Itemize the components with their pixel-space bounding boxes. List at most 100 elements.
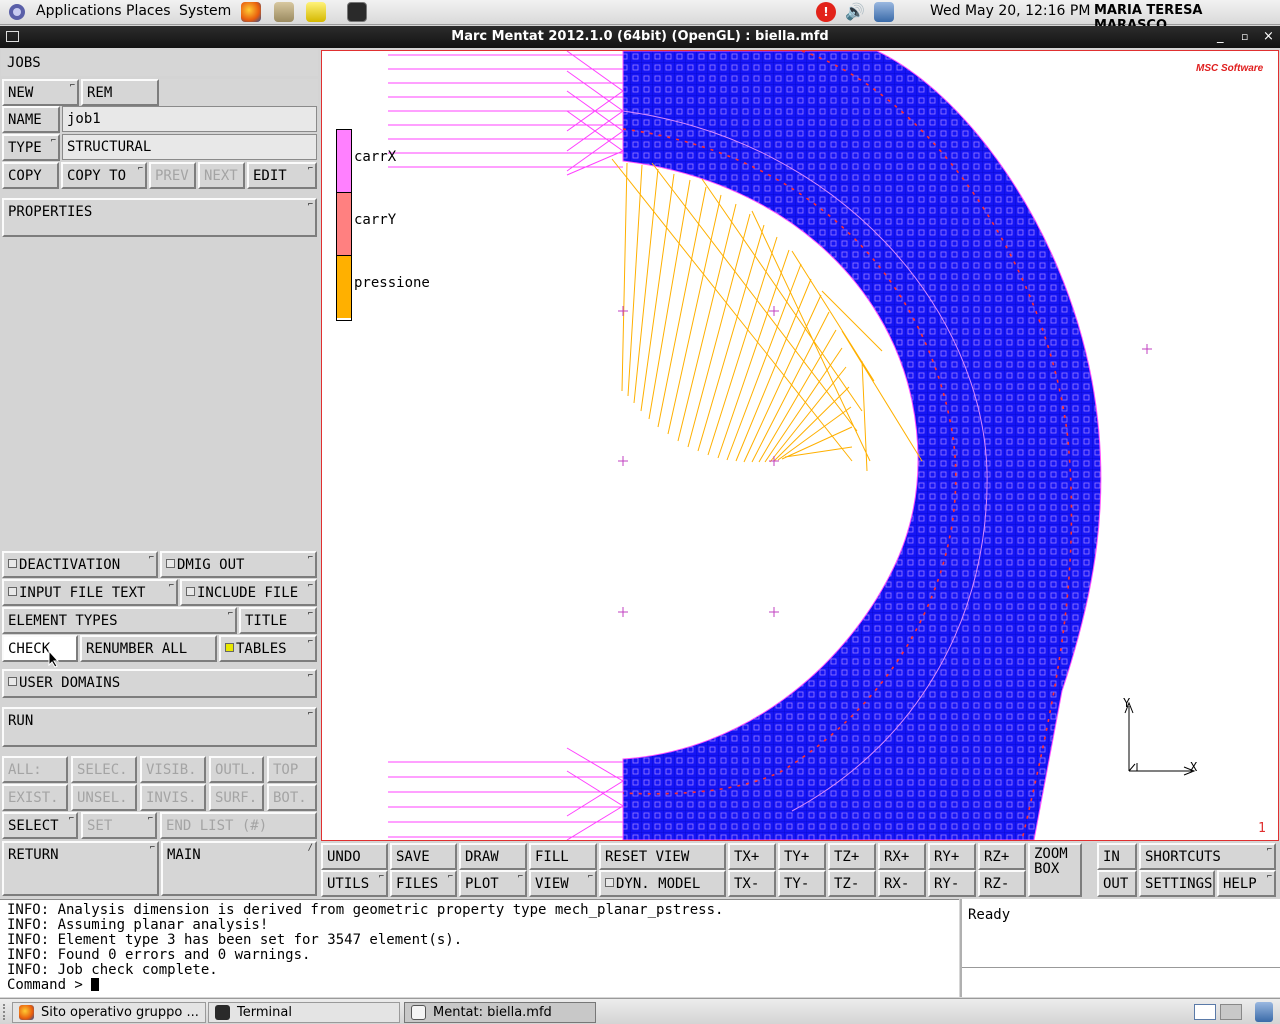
- undo-button[interactable]: UNDO: [321, 843, 388, 870]
- taskbar-item-terminal[interactable]: Terminal: [208, 1002, 400, 1023]
- update-notification-icon[interactable]: !: [816, 2, 836, 22]
- volume-icon[interactable]: 🔊: [845, 2, 865, 22]
- ry-minus-button[interactable]: RY-: [928, 870, 976, 897]
- select-visible-button[interactable]: VISIB.: [140, 756, 206, 783]
- select-outline-button[interactable]: OUTL.: [209, 756, 264, 783]
- gnome-foot-icon[interactable]: [6, 2, 28, 22]
- type-button[interactable]: TYPE ⌐: [2, 134, 60, 161]
- deactivation-checkbox[interactable]: [8, 559, 17, 568]
- select-button[interactable]: SELECT ⌐: [2, 812, 78, 839]
- workspace-1-icon[interactable]: [1194, 1004, 1216, 1020]
- save-button[interactable]: SAVE: [390, 843, 457, 870]
- files-button[interactable]: FILES ⌐: [390, 870, 457, 897]
- taskbar-item-firefox[interactable]: Sito operativo gruppo ...: [12, 1002, 206, 1023]
- new-button[interactable]: NEW ⌐: [2, 79, 79, 106]
- return-button[interactable]: RETURN ⌐: [2, 841, 159, 896]
- select-bottom-button[interactable]: BOT.: [267, 784, 317, 811]
- ty-minus-button[interactable]: TY-: [778, 870, 826, 897]
- tables-checkbox[interactable]: [225, 643, 234, 652]
- input-file-text-button[interactable]: INPUT FILE TEXT ⌐: [2, 579, 178, 606]
- run-button[interactable]: RUN ⌐: [2, 707, 317, 747]
- network-icon[interactable]: [874, 2, 894, 22]
- copy-to-button[interactable]: COPY TO ⌐: [61, 162, 147, 189]
- rz-minus-button[interactable]: RZ-: [978, 870, 1026, 897]
- tz-minus-button[interactable]: TZ-: [828, 870, 876, 897]
- rem-button[interactable]: REM: [81, 79, 159, 106]
- select-all-button[interactable]: ALL:: [2, 756, 68, 783]
- tables-button[interactable]: TABLES ⌐: [219, 635, 317, 662]
- ty-plus-button[interactable]: TY+: [778, 843, 826, 870]
- plot-button[interactable]: PLOT ⌐: [459, 870, 527, 897]
- workspace-2-icon[interactable]: [1220, 1004, 1242, 1020]
- file-manager-icon[interactable]: [274, 2, 294, 22]
- draw-button[interactable]: DRAW: [459, 843, 527, 870]
- select-invisible-button[interactable]: INVIS.: [140, 784, 206, 811]
- graphics-viewport[interactable]: carrX carrY pressione MSC Software Y X 1: [321, 50, 1279, 841]
- element-types-button[interactable]: ELEMENT TYPES ⌐: [2, 607, 237, 634]
- deactivation-button[interactable]: DEACTIVATION ⌐: [2, 551, 158, 578]
- menu-system[interactable]: System: [179, 3, 231, 19]
- rx-minus-button[interactable]: RX-: [878, 870, 926, 897]
- shortcuts-button[interactable]: SHORTCUTS ⌐: [1139, 843, 1276, 870]
- select-selected-button[interactable]: SELEC.: [71, 756, 137, 783]
- settings-button[interactable]: SETTINGS: [1139, 870, 1215, 897]
- check-button[interactable]: CHECK: [2, 635, 78, 662]
- rx-plus-button[interactable]: RX+: [878, 843, 926, 870]
- renumber-all-button[interactable]: RENUMBER ALL: [80, 635, 217, 662]
- command-line[interactable]: Command >: [7, 978, 952, 993]
- console-output[interactable]: INFO: Analysis dimension is derived from…: [0, 899, 959, 997]
- show-desktop-icon[interactable]: [3, 1004, 9, 1020]
- dmig-out-checkbox[interactable]: [166, 559, 175, 568]
- include-file-checkbox[interactable]: [186, 587, 195, 596]
- minimize-icon[interactable]: _: [1217, 26, 1224, 48]
- dmig-out-button[interactable]: DMIG OUT ⌐: [160, 551, 317, 578]
- user-domains-checkbox[interactable]: [8, 677, 17, 686]
- zoom-out-button[interactable]: OUT: [1097, 870, 1137, 897]
- copy-button[interactable]: COPY: [2, 162, 59, 189]
- input-file-text-checkbox[interactable]: [8, 587, 17, 596]
- end-list-button[interactable]: END LIST (#): [160, 812, 317, 839]
- menu-applications[interactable]: Applications: [36, 3, 122, 19]
- fill-button[interactable]: FILL: [529, 843, 597, 870]
- close-icon[interactable]: ×: [1263, 26, 1274, 48]
- name-button[interactable]: NAME: [2, 106, 60, 133]
- text-editor-icon[interactable]: [306, 2, 326, 22]
- properties-button[interactable]: PROPERTIES ⌐: [2, 198, 317, 237]
- view-button[interactable]: VIEW ⌐: [529, 870, 597, 897]
- window-menu-icon[interactable]: [6, 31, 19, 42]
- tz-plus-button[interactable]: TZ+: [828, 843, 876, 870]
- tx-plus-button[interactable]: TX+: [728, 843, 776, 870]
- select-top-button[interactable]: TOP: [267, 756, 317, 783]
- menu-places[interactable]: Places: [126, 3, 171, 19]
- taskbar-item-mentat[interactable]: Mentat: biella.mfd: [404, 1002, 596, 1023]
- maximize-icon[interactable]: ▫: [1241, 26, 1248, 48]
- main-button[interactable]: MAIN /: [161, 841, 317, 896]
- select-surface-button[interactable]: SURF.: [209, 784, 264, 811]
- select-exist-button[interactable]: EXIST.: [2, 784, 68, 811]
- title-button[interactable]: TITLE ⌐: [239, 607, 317, 634]
- terminal-icon[interactable]: [347, 2, 367, 22]
- reset-view-button[interactable]: RESET VIEW: [599, 843, 726, 870]
- trash-icon[interactable]: [1255, 1002, 1273, 1022]
- next-button[interactable]: NEXT: [198, 162, 245, 189]
- dyn-model-button[interactable]: DYN. MODEL: [599, 870, 726, 897]
- help-button[interactable]: HELP ⌐: [1217, 870, 1276, 897]
- firefox-icon[interactable]: [241, 2, 261, 22]
- window-titlebar[interactable]: Marc Mentat 2012.1.0 (64bit) (OpenGL) : …: [0, 26, 1280, 48]
- clock[interactable]: Wed May 20, 12:16 PM: [930, 3, 1090, 19]
- edit-button[interactable]: EDIT ⌐: [247, 162, 317, 189]
- tx-minus-button[interactable]: TX-: [728, 870, 776, 897]
- model-canvas[interactable]: [322, 51, 1278, 840]
- select-unselected-button[interactable]: UNSEL.: [71, 784, 137, 811]
- ry-plus-button[interactable]: RY+: [928, 843, 976, 870]
- job-name-field[interactable]: job1: [62, 106, 317, 132]
- utils-button[interactable]: UTILS ⌐: [321, 870, 388, 897]
- rz-plus-button[interactable]: RZ+: [978, 843, 1026, 870]
- set-button[interactable]: SET ⌐: [81, 812, 157, 839]
- prev-button[interactable]: PREV: [149, 162, 196, 189]
- zoom-box-button[interactable]: ZOOM BOX: [1028, 843, 1082, 897]
- user-domains-button[interactable]: USER DOMAINS ⌐: [2, 669, 317, 698]
- dyn-model-checkbox[interactable]: [605, 878, 614, 887]
- zoom-in-button[interactable]: IN: [1097, 843, 1137, 870]
- include-file-button[interactable]: INCLUDE FILE ⌐: [180, 579, 317, 606]
